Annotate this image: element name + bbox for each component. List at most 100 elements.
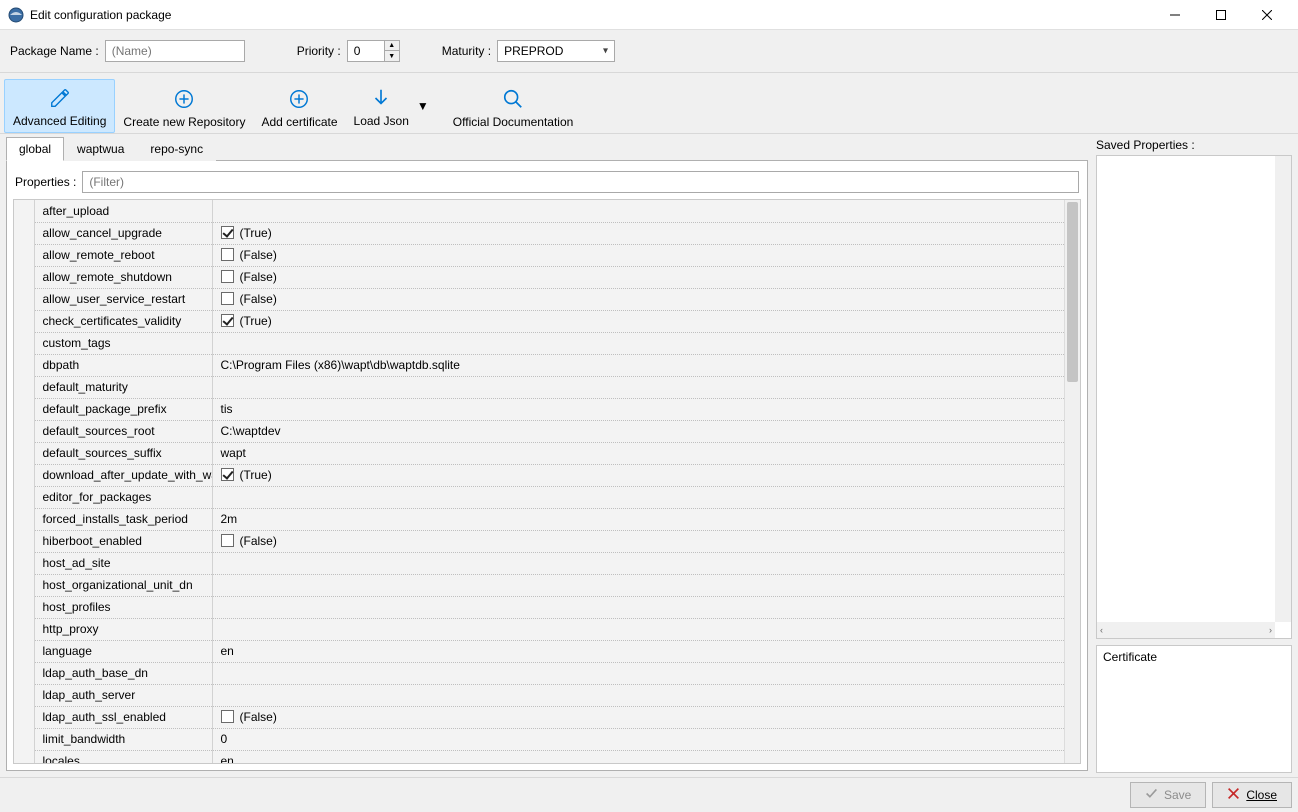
saved-props-hscroll[interactable]: ‹› — [1097, 622, 1275, 638]
checkbox-icon[interactable] — [221, 270, 234, 283]
row-gutter — [14, 222, 34, 244]
package-name-input[interactable] — [105, 40, 245, 62]
checkbox-icon[interactable] — [221, 534, 234, 547]
property-value[interactable]: (False) — [212, 706, 1064, 728]
property-row[interactable]: forced_installs_task_period2m — [14, 508, 1064, 530]
property-row[interactable]: host_organizational_unit_dn — [14, 574, 1064, 596]
property-value[interactable] — [212, 200, 1064, 222]
property-value[interactable]: (True) — [212, 310, 1064, 332]
saved-props-vscroll[interactable] — [1275, 156, 1291, 622]
property-row[interactable]: custom_tags — [14, 332, 1064, 354]
download-arrow-icon — [369, 86, 393, 110]
property-row[interactable]: allow_user_service_restart(False) — [14, 288, 1064, 310]
advanced-editing-button[interactable]: Advanced Editing — [4, 79, 115, 133]
property-value[interactable] — [212, 596, 1064, 618]
checkbox-icon[interactable] — [221, 292, 234, 305]
priority-value[interactable] — [348, 41, 384, 61]
official-docs-button[interactable]: Official Documentation — [445, 79, 582, 133]
checkbox-icon[interactable] — [221, 710, 234, 723]
create-new-repo-button[interactable]: Create new Repository — [115, 79, 253, 133]
property-value[interactable]: C:\waptdev — [212, 420, 1064, 442]
row-gutter — [14, 200, 34, 222]
property-value[interactable]: (False) — [212, 244, 1064, 266]
row-gutter — [14, 750, 34, 763]
close-label: Close — [1246, 788, 1277, 802]
minimize-button[interactable] — [1152, 0, 1198, 30]
tab-repo-sync[interactable]: repo-sync — [137, 137, 216, 161]
property-row[interactable]: limit_bandwidth0 — [14, 728, 1064, 750]
property-row[interactable]: editor_for_packages — [14, 486, 1064, 508]
property-value[interactable] — [212, 662, 1064, 684]
property-row[interactable]: default_maturity — [14, 376, 1064, 398]
property-value[interactable]: (True) — [212, 464, 1064, 486]
property-row[interactable]: allow_remote_shutdown(False) — [14, 266, 1064, 288]
property-value[interactable]: (False) — [212, 530, 1064, 552]
save-button[interactable]: Save — [1130, 782, 1206, 808]
checkbox-icon[interactable] — [221, 248, 234, 261]
row-gutter — [14, 288, 34, 310]
properties-scrollbar[interactable] — [1064, 200, 1080, 763]
property-row[interactable]: ldap_auth_server — [14, 684, 1064, 706]
priority-spinner[interactable]: ▲ ▼ — [347, 40, 400, 62]
property-row[interactable]: languageen — [14, 640, 1064, 662]
property-row[interactable]: ldap_auth_ssl_enabled(False) — [14, 706, 1064, 728]
saved-properties-box[interactable]: ‹› — [1096, 155, 1292, 639]
properties-grid[interactable]: after_uploadallow_cancel_upgrade(True)al… — [14, 200, 1064, 763]
property-value[interactable]: wapt — [212, 442, 1064, 464]
property-row[interactable]: ldap_auth_base_dn — [14, 662, 1064, 684]
checkbox-icon[interactable] — [221, 226, 234, 239]
property-value[interactable] — [212, 574, 1064, 596]
load-json-button[interactable]: Load Json — [346, 80, 417, 132]
property-row[interactable]: after_upload — [14, 200, 1064, 222]
tab-global[interactable]: global — [6, 137, 64, 161]
close-window-button[interactable] — [1244, 0, 1290, 30]
property-row[interactable]: allow_cancel_upgrade(True) — [14, 222, 1064, 244]
close-button[interactable]: Close — [1212, 782, 1292, 808]
property-row[interactable]: localesen — [14, 750, 1064, 763]
property-value[interactable]: (False) — [212, 288, 1064, 310]
tab-waptwua[interactable]: waptwua — [64, 137, 137, 161]
property-row[interactable]: download_after_update_with_waptupdate_ta… — [14, 464, 1064, 486]
property-value[interactable] — [212, 486, 1064, 508]
search-icon — [501, 87, 525, 111]
properties-filter-input[interactable] — [82, 171, 1079, 193]
property-row[interactable]: host_ad_site — [14, 552, 1064, 574]
property-value[interactable] — [212, 618, 1064, 640]
maximize-button[interactable] — [1198, 0, 1244, 30]
property-value[interactable] — [212, 684, 1064, 706]
property-value[interactable]: en — [212, 750, 1064, 763]
property-value[interactable]: (False) — [212, 266, 1064, 288]
property-value[interactable]: (True) — [212, 222, 1064, 244]
property-row[interactable]: host_profiles — [14, 596, 1064, 618]
property-row[interactable]: check_certificates_validity(True) — [14, 310, 1064, 332]
property-value[interactable]: 2m — [212, 508, 1064, 530]
property-value[interactable]: C:\Program Files (x86)\wapt\db\waptdb.sq… — [212, 354, 1064, 376]
property-row[interactable]: default_package_prefixtis — [14, 398, 1064, 420]
property-value[interactable]: tis — [212, 398, 1064, 420]
property-row[interactable]: dbpathC:\Program Files (x86)\wapt\db\wap… — [14, 354, 1064, 376]
checkbox-icon[interactable] — [221, 468, 234, 481]
property-row[interactable]: allow_remote_reboot(False) — [14, 244, 1064, 266]
priority-label: Priority : — [297, 44, 341, 58]
row-gutter — [14, 618, 34, 640]
property-value[interactable] — [212, 332, 1064, 354]
add-certificate-button[interactable]: Add certificate — [253, 79, 345, 133]
certificate-box[interactable]: Certificate — [1096, 645, 1292, 773]
row-gutter — [14, 728, 34, 750]
edit-icon — [48, 86, 72, 110]
property-key: dbpath — [34, 354, 212, 376]
property-row[interactable]: hiberboot_enabled(False) — [14, 530, 1064, 552]
property-value[interactable] — [212, 376, 1064, 398]
maturity-select[interactable]: PREPROD — [497, 40, 615, 62]
property-value[interactable]: 0 — [212, 728, 1064, 750]
property-row[interactable]: default_sources_suffixwapt — [14, 442, 1064, 464]
property-row[interactable]: http_proxy — [14, 618, 1064, 640]
property-value[interactable] — [212, 552, 1064, 574]
property-value[interactable]: en — [212, 640, 1064, 662]
property-key: allow_cancel_upgrade — [34, 222, 212, 244]
checkbox-icon[interactable] — [221, 314, 234, 327]
priority-down[interactable]: ▼ — [385, 51, 399, 61]
property-row[interactable]: default_sources_rootC:\waptdev — [14, 420, 1064, 442]
priority-up[interactable]: ▲ — [385, 41, 399, 51]
load-json-dropdown-caret[interactable]: ▼ — [417, 99, 429, 113]
